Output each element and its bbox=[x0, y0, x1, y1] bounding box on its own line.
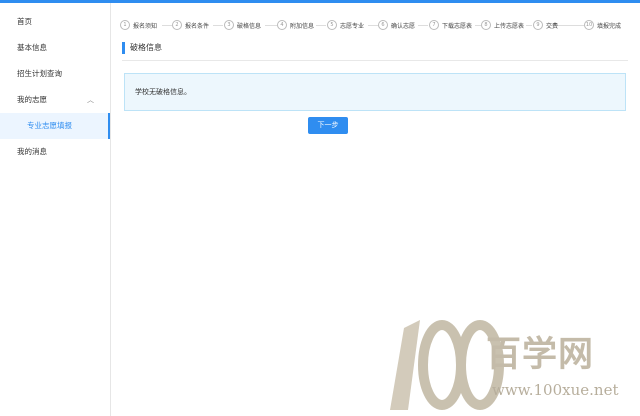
step-1: 1 报名须知 bbox=[120, 14, 157, 36]
step-4: 4 附加信息 bbox=[277, 14, 314, 36]
sidebar-item-my-wishes[interactable]: 我的志愿 ︿ bbox=[0, 87, 110, 113]
step-number: 9 bbox=[533, 20, 543, 30]
step-number: 2 bbox=[172, 20, 182, 30]
section-divider bbox=[122, 60, 628, 61]
sidebar-item-label: 首页 bbox=[17, 17, 32, 26]
step-number: 3 bbox=[224, 20, 234, 30]
step-label: 破格信息 bbox=[237, 22, 262, 30]
step-connector bbox=[213, 25, 223, 26]
step-5: 5 志愿专业 bbox=[327, 14, 364, 36]
sidebar-item-label: 我的消息 bbox=[17, 147, 47, 156]
step-number: 4 bbox=[277, 20, 287, 30]
step-connector bbox=[368, 25, 378, 26]
sidebar: 首页 基本信息 招生计划查询 我的志愿 ︿ 专业志愿填报 我的消息 bbox=[0, 3, 111, 416]
step-connector bbox=[554, 25, 584, 26]
watermark-chinese: 百学网 bbox=[486, 335, 595, 375]
step-7: 7 下载志愿表 bbox=[429, 14, 472, 36]
step-number: 5 bbox=[327, 20, 337, 30]
sidebar-item-label: 我的志愿 bbox=[17, 95, 47, 104]
sidebar-item-my-messages[interactable]: 我的消息 bbox=[0, 139, 110, 165]
watermark-logo-zero bbox=[418, 320, 466, 410]
step-3: 3 破格信息 bbox=[224, 14, 261, 36]
section-title: 破格信息 bbox=[122, 42, 162, 54]
watermark-url: www.100xue.net bbox=[492, 381, 619, 399]
step-connector bbox=[316, 25, 326, 26]
step-label: 下载志愿表 bbox=[442, 22, 473, 30]
progress-steps: 1 报名须知 2 报名条件 3 破格信息 4 附加信息 5 志愿专业 6 确认志愿 7 下载志… bbox=[120, 14, 632, 36]
sidebar-item-label: 招生计划查询 bbox=[17, 69, 62, 78]
sidebar-item-label: 专业志愿填报 bbox=[27, 121, 72, 130]
step-number: 6 bbox=[378, 20, 388, 30]
step-label: 志愿专业 bbox=[340, 22, 365, 30]
step-number: 7 bbox=[429, 20, 439, 30]
step-10: 10 填报完成 bbox=[584, 14, 621, 36]
sidebar-item-home[interactable]: 首页 bbox=[0, 9, 110, 35]
sidebar-item-basic-info[interactable]: 基本信息 bbox=[0, 35, 110, 61]
step-label: 交费 bbox=[546, 22, 559, 30]
step-label: 报名须知 bbox=[133, 22, 158, 30]
step-label: 附加信息 bbox=[290, 22, 315, 30]
sidebar-item-label: 基本信息 bbox=[17, 43, 47, 52]
step-number: 8 bbox=[481, 20, 491, 30]
step-8: 8 上传志愿表 bbox=[481, 14, 524, 36]
step-6: 6 确认志愿 bbox=[378, 14, 415, 36]
info-alert: 学校无破格信息。 bbox=[124, 73, 626, 111]
chevron-up-icon: ︿ bbox=[87, 96, 94, 104]
sidebar-item-enrollment-plan[interactable]: 招生计划查询 bbox=[0, 61, 110, 87]
step-connector bbox=[418, 25, 428, 26]
step-label: 填报完成 bbox=[597, 22, 622, 30]
step-label: 报名条件 bbox=[185, 22, 210, 30]
step-9: 9 交费 bbox=[533, 14, 558, 36]
step-number: 10 bbox=[584, 20, 594, 30]
step-connector bbox=[265, 25, 277, 26]
step-number: 1 bbox=[120, 20, 130, 30]
step-label: 确认志愿 bbox=[391, 22, 416, 30]
sidebar-item-major-wish-fill[interactable]: 专业志愿填报 bbox=[0, 113, 110, 139]
step-2: 2 报名条件 bbox=[172, 14, 209, 36]
watermark-logo-one bbox=[390, 320, 420, 410]
step-connector bbox=[526, 25, 532, 26]
step-label: 上传志愿表 bbox=[494, 22, 525, 30]
next-step-button[interactable]: 下一步 bbox=[308, 117, 348, 134]
info-alert-text: 学校无破格信息。 bbox=[135, 88, 191, 96]
step-connector bbox=[162, 25, 172, 26]
